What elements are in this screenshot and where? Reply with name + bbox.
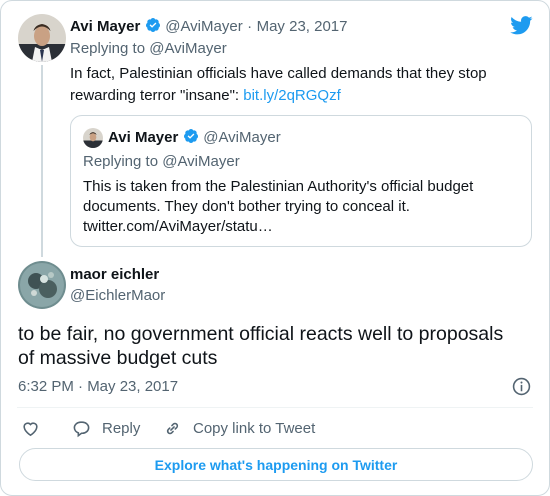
author-name[interactable]: maor eichler xyxy=(70,266,159,283)
reply-bubble-icon xyxy=(73,420,90,437)
tweet-embed-card: Avi Mayer @AviMayer · May 23, 2017 Reply… xyxy=(0,0,550,496)
separator-dot: · xyxy=(247,18,253,35)
quoted-text-line-3: twitter.com/AviMayer/statu… xyxy=(83,218,273,235)
replying-to-handle[interactable]: @AviMayer xyxy=(149,40,226,57)
quoted-tweet-header: Avi Mayer @AviMayer xyxy=(108,128,281,147)
copy-link-label: Copy link to Tweet xyxy=(193,419,316,437)
tweet-timestamp[interactable]: 6:32 PM · May 23, 2017 xyxy=(18,378,178,395)
author-handle[interactable]: @EichlerMaor xyxy=(70,287,165,304)
author-name: Avi Mayer xyxy=(108,129,179,146)
parent-tweet-text: In fact, Palestinian officials have call… xyxy=(70,63,510,107)
avatar xyxy=(83,128,103,148)
link-chain-icon xyxy=(166,422,179,434)
quoted-text-line-1: This is taken from the Palestinian Autho… xyxy=(83,178,474,195)
author-name[interactable]: Avi Mayer xyxy=(70,18,140,35)
main-tweet-text-line-1: to be fair, no government official react… xyxy=(18,323,504,345)
twitter-bird-icon[interactable] xyxy=(510,16,533,35)
replying-to-handle: @AviMayer xyxy=(162,153,240,170)
author-handle: @AviMayer xyxy=(203,129,281,146)
thread-connector-line xyxy=(41,65,43,257)
tweet-date[interactable]: May 23, 2017 xyxy=(257,18,348,35)
replying-prefix: Replying to xyxy=(70,40,146,57)
quoted-tweet[interactable]: Avi Mayer @AviMayer Replying to @AviMaye… xyxy=(70,115,532,247)
replying-prefix: Replying to xyxy=(83,153,159,170)
verified-badge-icon xyxy=(183,128,199,144)
avatar[interactable] xyxy=(18,261,66,309)
tweet-link[interactable]: bit.ly/2qRGQzf xyxy=(243,87,341,104)
verified-badge-icon xyxy=(145,17,161,33)
explore-label: Explore what's happening on Twitter xyxy=(154,456,398,473)
author-handle[interactable]: @AviMayer xyxy=(165,18,242,35)
like-button[interactable] xyxy=(21,417,51,439)
copy-link-button[interactable]: Copy link to Tweet xyxy=(163,417,315,439)
parent-tweet-header: Avi Mayer @AviMayer · May 23, 2017 xyxy=(70,17,348,36)
explore-twitter-button[interactable]: Explore what's happening on Twitter xyxy=(19,448,533,481)
avatar[interactable] xyxy=(18,14,66,62)
replying-to-line: Replying to @AviMayer xyxy=(83,153,240,170)
main-tweet-text-line-2: of massive budget cuts xyxy=(18,347,218,369)
reply-label: Reply xyxy=(102,419,141,437)
heart-icon xyxy=(23,421,38,436)
quoted-text-line-2: documents. They don't bother trying to c… xyxy=(83,198,410,215)
replying-to-line: Replying to @AviMayer xyxy=(70,40,227,57)
reply-button[interactable]: Reply xyxy=(72,417,140,439)
info-icon[interactable] xyxy=(512,377,531,396)
divider xyxy=(17,407,533,408)
